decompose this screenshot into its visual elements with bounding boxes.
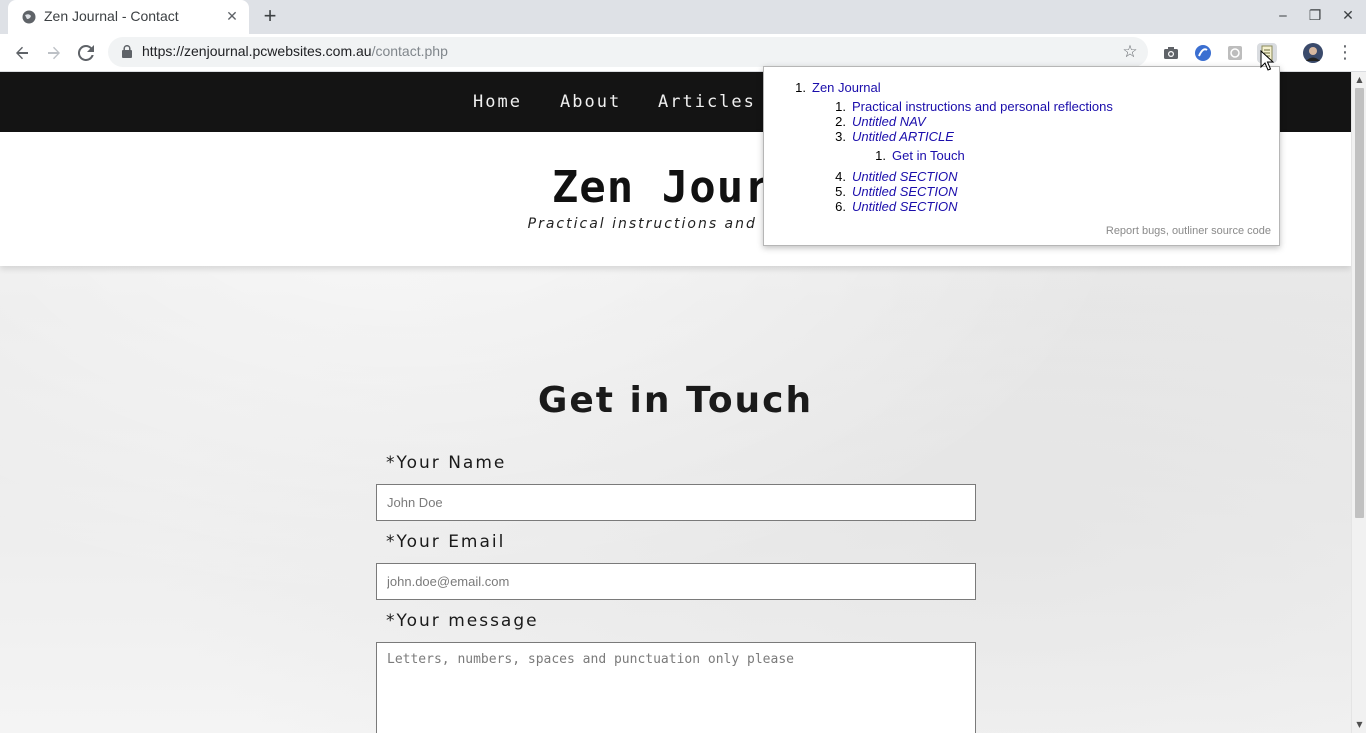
back-arrow-icon[interactable] bbox=[9, 40, 35, 66]
outline-item-link[interactable]: Untitled SECTION bbox=[852, 199, 957, 214]
outline-number: 1. bbox=[835, 99, 846, 114]
outline-number: 6. bbox=[835, 199, 846, 214]
forward-arrow-icon[interactable] bbox=[41, 40, 67, 66]
profile-avatar-icon[interactable] bbox=[1302, 42, 1324, 64]
outline-number: 4. bbox=[835, 169, 846, 184]
message-textarea[interactable] bbox=[376, 642, 976, 733]
tab-title: Zen Journal - Contact bbox=[44, 8, 179, 24]
email-input[interactable] bbox=[376, 563, 976, 600]
outliner-source-link[interactable]: outliner source code bbox=[1172, 225, 1271, 237]
close-window-icon[interactable]: ✕ bbox=[1337, 6, 1359, 26]
address-bar[interactable]: https://zenjournal.pcwebsites.com.au/con… bbox=[108, 37, 1148, 67]
name-label: *Your Name bbox=[386, 453, 507, 473]
lock-icon[interactable] bbox=[122, 45, 132, 58]
restore-icon[interactable]: ❐ bbox=[1304, 6, 1326, 26]
outline-number: 1. bbox=[875, 148, 886, 163]
tab-active[interactable]: Zen Journal - Contact ✕ bbox=[8, 0, 249, 34]
globe-icon bbox=[22, 10, 36, 24]
message-label: *Your message bbox=[386, 611, 539, 631]
outline-item-link[interactable]: Untitled ARTICLE bbox=[852, 129, 954, 144]
email-label: *Your Email bbox=[386, 532, 506, 552]
nav-link-home[interactable]: Home bbox=[473, 92, 522, 112]
new-tab-button[interactable]: + bbox=[256, 4, 284, 30]
outline-number: 2. bbox=[835, 114, 846, 129]
menu-kebab-icon[interactable]: ⋮ bbox=[1332, 40, 1358, 66]
page-scrollbar[interactable]: ▲ ▼ bbox=[1351, 72, 1366, 733]
nav-link-articles[interactable]: Articles bbox=[658, 92, 756, 112]
outline-item-link[interactable]: Practical instructions and personal refl… bbox=[852, 99, 1113, 114]
nav-link-about[interactable]: About bbox=[560, 92, 621, 112]
outline-item-link[interactable]: Untitled SECTION bbox=[852, 184, 957, 199]
tab-strip: Zen Journal - Contact ✕ + ‒ ❐ ✕ bbox=[0, 0, 1366, 34]
mouse-cursor-icon bbox=[1260, 50, 1274, 71]
contact-heading: Get in Touch bbox=[537, 380, 814, 421]
outline-footer: Report bugs, outliner source code bbox=[1106, 225, 1271, 237]
outline-subitem-link[interactable]: Get in Touch bbox=[892, 148, 965, 163]
outline-item: 2. Untitled NAV bbox=[832, 114, 926, 129]
bookmark-star-icon[interactable]: ☆ bbox=[1120, 42, 1140, 62]
minimize-icon[interactable]: ‒ bbox=[1272, 6, 1294, 26]
url-text: https://zenjournal.pcwebsites.com.au/con… bbox=[142, 43, 448, 59]
outline-subitem: 1. Get in Touch bbox=[872, 148, 965, 163]
report-bugs-link[interactable]: Report bugs bbox=[1106, 225, 1166, 237]
outline-popup: 1. Zen Journal 1. Practical instructions a… bbox=[763, 66, 1280, 246]
extension-grid-icon[interactable] bbox=[1225, 43, 1245, 63]
footer-separator: , bbox=[1165, 225, 1169, 237]
outline-item-link[interactable]: Untitled NAV bbox=[852, 114, 926, 129]
outline-item: 3. Untitled ARTICLE bbox=[832, 129, 954, 144]
reload-icon[interactable] bbox=[73, 40, 99, 66]
outline-item: 1. Practical instructions and personal re… bbox=[832, 99, 1113, 114]
url-path: /contact.php bbox=[371, 43, 448, 59]
url-host: https://zenjournal.pcwebsites.com.au bbox=[142, 43, 372, 59]
outline-number: 5. bbox=[835, 184, 846, 199]
camera-icon[interactable] bbox=[1161, 43, 1181, 63]
outline-item-link[interactable]: Untitled SECTION bbox=[852, 169, 957, 184]
name-input[interactable] bbox=[376, 484, 976, 521]
scroll-thumb[interactable] bbox=[1355, 88, 1364, 518]
tab-close-icon[interactable]: ✕ bbox=[224, 9, 240, 25]
scroll-up-icon[interactable]: ▲ bbox=[1355, 75, 1364, 84]
outline-number: 3. bbox=[835, 129, 846, 144]
scroll-down-icon[interactable]: ▼ bbox=[1355, 720, 1364, 729]
outline-item: 6. Untitled SECTION bbox=[832, 199, 957, 214]
outline-item: 4. Untitled SECTION bbox=[832, 169, 957, 184]
outline-number: 1. bbox=[795, 80, 806, 95]
extension-blue-icon[interactable] bbox=[1193, 43, 1213, 63]
outline-item: 5. Untitled SECTION bbox=[832, 184, 957, 199]
outline-root-row: 1. Zen Journal bbox=[792, 80, 881, 95]
outline-root-link[interactable]: Zen Journal bbox=[812, 80, 881, 95]
